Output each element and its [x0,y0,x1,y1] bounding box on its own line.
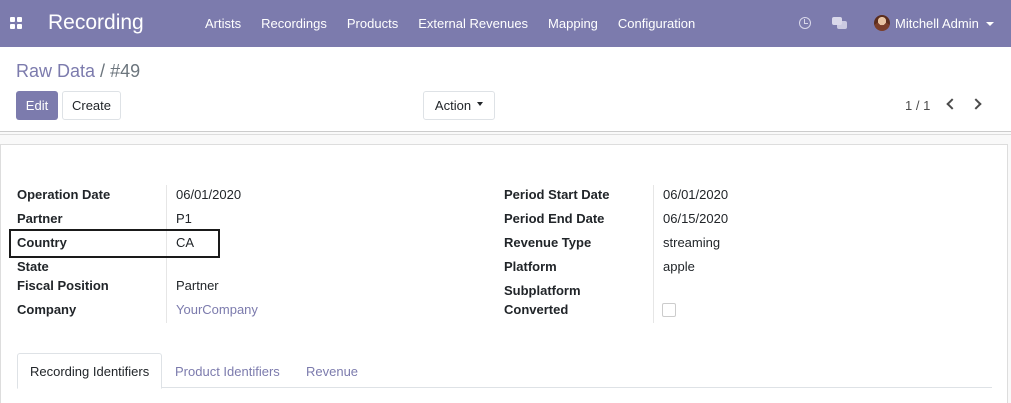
field-operation-date: 06/01/2020 [176,187,242,202]
label-company: Company [17,302,77,317]
caret-down-icon [477,101,484,106]
label-revenue-type: Revenue Type [504,235,592,250]
breadcrumb-parent[interactable]: Raw Data [16,61,95,81]
field-platform: apple [663,259,695,274]
label-partner: Partner [17,211,63,226]
activity-clock-icon[interactable] [799,17,811,29]
tab-revenue[interactable]: Revenue [306,364,358,379]
field-period-end-date: 06/15/2020 [663,211,729,226]
menu-item-artists[interactable]: Artists [195,0,251,47]
user-avatar[interactable] [874,15,890,31]
pager-value[interactable]: 1 / 1 [905,98,930,113]
top-navbar: Recording Artists Recordings Products Ex… [0,0,1011,47]
menu-item-configuration[interactable]: Configuration [608,0,705,47]
label-fiscal-position: Fiscal Position [17,278,109,293]
field-partner: P1 [176,211,192,226]
tab-product-identifiers[interactable]: Product Identifiers [175,364,280,379]
field-period-start-date: 06/01/2020 [663,187,729,202]
breadcrumb-current: #49 [110,61,141,81]
breadcrumb: Raw Data / #49 [16,61,140,82]
label-state: State [17,259,49,274]
chevron-down-icon[interactable] [986,22,994,26]
chevron-left-icon[interactable] [946,98,958,110]
apps-menu-icon[interactable] [10,17,22,29]
country-highlight-box [9,229,220,258]
label-platform: Platform [504,259,557,274]
label-operation-date: Operation Date [17,187,111,202]
tab-label: Recording Identifiers [30,364,150,379]
menu-item-products[interactable]: Products [337,0,408,47]
menu-item-mapping[interactable]: Mapping [538,0,608,47]
right-group-divider [653,185,654,323]
tab-recording-identifiers[interactable]: Recording Identifiers [17,353,162,389]
label-subplatform: Subplatform [504,283,581,298]
breadcrumb-separator: / [100,61,106,81]
chat-icon[interactable] [832,17,847,29]
field-revenue-type: streaming [663,235,721,250]
menu-item-external-revenues[interactable]: External Revenues [408,0,538,47]
label-period-start-date: Period Start Date [504,187,610,202]
field-fiscal-position: Partner [176,278,219,293]
label-converted: Converted [504,302,569,317]
action-button-label: Action [434,98,472,113]
tabs-divider [17,387,992,388]
field-company-link[interactable]: YourCompany [176,302,258,317]
user-menu-name[interactable]: Mitchell Admin [895,16,979,31]
chevron-right-icon[interactable] [970,98,982,110]
action-dropdown-button[interactable]: Action [423,91,495,120]
converted-checkbox[interactable] [662,303,676,317]
app-title[interactable]: Recording [48,11,144,35]
label-period-end-date: Period End Date [504,211,605,226]
create-button[interactable]: Create [62,91,121,120]
main-menu: Artists Recordings Products External Rev… [195,0,705,47]
edit-button[interactable]: Edit [16,91,58,120]
menu-item-recordings[interactable]: Recordings [251,0,337,47]
